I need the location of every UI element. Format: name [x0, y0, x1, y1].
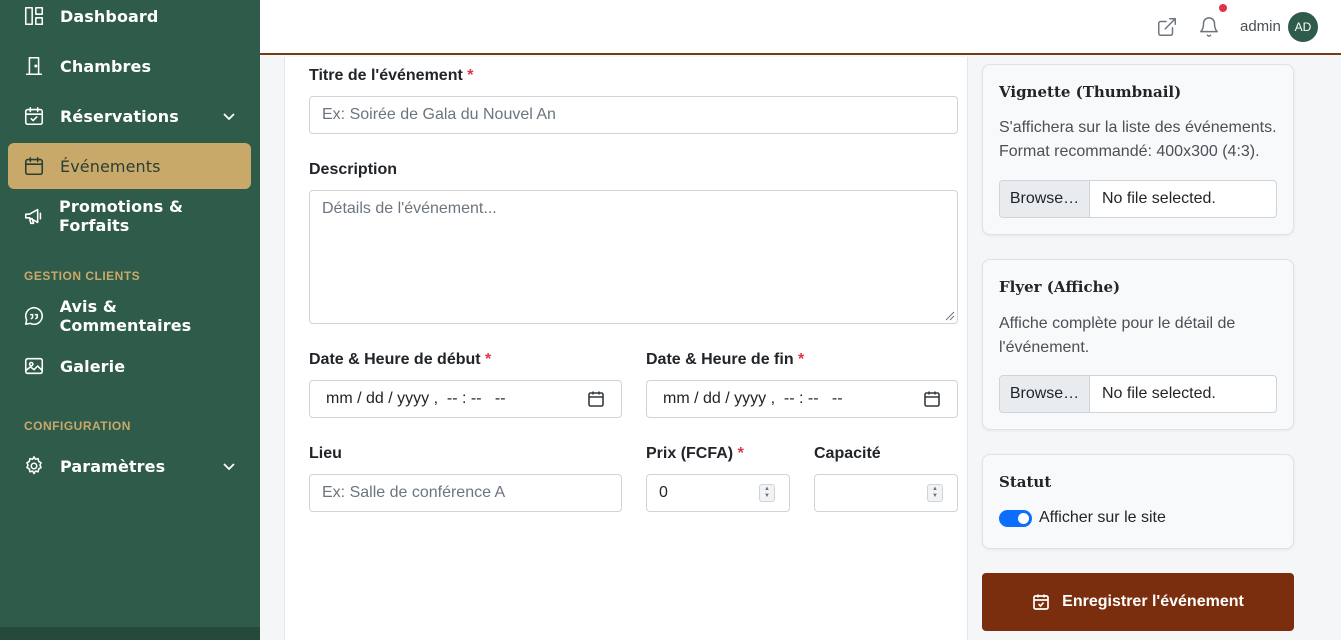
megaphone-icon: [22, 204, 45, 228]
section-title-clients: GESTION CLIENTS: [24, 269, 141, 283]
quote-bubble-icon: [22, 304, 46, 328]
notification-dot: [1219, 4, 1227, 12]
status-card: Statut Afficher sur le site: [982, 454, 1294, 549]
capacity-input[interactable]: ▲ ▼: [814, 474, 958, 512]
chevron-down-icon: [221, 108, 237, 124]
external-link-icon[interactable]: [1156, 16, 1178, 38]
sidebar-item-parametres[interactable]: Paramètres: [8, 443, 251, 489]
sidebar: Dashboard Chambres Réservations Événemen…: [0, 0, 260, 640]
toggle-label: Afficher sur le site: [1039, 509, 1166, 526]
sidebar-footer: [0, 627, 260, 640]
thumbnail-card: Vignette (Thumbnail) S'affichera sur la …: [982, 64, 1294, 235]
title-label: Titre de l'événement *: [309, 67, 474, 84]
chevron-down-icon: [221, 458, 237, 474]
section-title-config: CONFIGURATION: [24, 419, 131, 433]
topbar: admin AD: [260, 0, 1341, 55]
sidebar-item-label: Galerie: [60, 356, 126, 376]
calendar-check-icon: [22, 104, 46, 128]
start-date-label: Date & Heure de début *: [309, 351, 492, 368]
user-name[interactable]: admin: [1240, 18, 1281, 35]
calendar-check-icon: [1033, 594, 1050, 610]
sidebar-item-label: Promotions & Forfaits: [59, 197, 184, 235]
description-textarea[interactable]: Détails de l'événement...: [309, 190, 958, 324]
sidebar-item-avis[interactable]: Avis & Commentaires: [8, 293, 251, 339]
gear-icon: [22, 454, 46, 478]
bell-icon[interactable]: [1198, 16, 1220, 38]
calendar-icon[interactable]: [587, 390, 605, 408]
status-title: Statut: [999, 473, 1052, 491]
save-event-button[interactable]: Enregistrer l'événement: [982, 573, 1294, 631]
sidebar-item-label: Événements: [60, 156, 161, 176]
browse-button[interactable]: Browse…: [1000, 376, 1090, 412]
thumbnail-file-input[interactable]: Browse… No file selected.: [999, 180, 1277, 218]
price-input[interactable]: 0 ▲ ▼: [646, 474, 790, 512]
end-date-label: Date & Heure de fin *: [646, 351, 805, 368]
sidebar-item-evenements[interactable]: Événements: [8, 143, 251, 189]
dashboard-icon: [22, 4, 46, 28]
sidebar-item-label: Paramètres: [60, 456, 166, 476]
calendar-icon[interactable]: [923, 390, 941, 408]
visibility-toggle[interactable]: [999, 510, 1032, 527]
image-icon: [22, 354, 46, 378]
sidebar-item-label: Avis & Commentaires: [59, 297, 192, 335]
sidebar-item-label: Réservations: [60, 106, 179, 126]
save-button-label: Enregistrer l'événement: [1062, 593, 1244, 610]
door-icon: [22, 54, 46, 78]
sidebar-item-promotions[interactable]: Promotions & Forfaits: [8, 193, 251, 239]
flyer-file-input[interactable]: Browse… No file selected.: [999, 375, 1277, 413]
flyer-card: Flyer (Affiche) Affiche complète pour le…: [982, 259, 1294, 430]
place-label: Lieu: [309, 445, 342, 462]
number-stepper[interactable]: ▲ ▼: [927, 484, 943, 502]
start-datetime-input[interactable]: mm / dd / yyyy , -- : -- --: [309, 380, 622, 418]
file-status: No file selected.: [1102, 190, 1216, 207]
sidebar-item-dashboard[interactable]: Dashboard: [8, 0, 251, 39]
number-stepper[interactable]: ▲ ▼: [759, 484, 775, 502]
title-input[interactable]: Ex: Soirée de Gala du Nouvel An: [309, 96, 958, 134]
flyer-title: Flyer (Affiche): [999, 278, 1121, 296]
price-label: Prix (FCFA) *: [646, 445, 744, 462]
thumbnail-title: Vignette (Thumbnail): [999, 83, 1182, 101]
end-datetime-input[interactable]: mm / dd / yyyy , -- : -- --: [646, 380, 958, 418]
browse-button[interactable]: Browse…: [1000, 181, 1090, 217]
sidebar-item-label: Dashboard: [60, 6, 159, 26]
place-input[interactable]: Ex: Salle de conférence A: [309, 474, 622, 512]
sidebar-item-chambres[interactable]: Chambres: [8, 43, 251, 89]
thumbnail-description: S'affichera sur la liste des événements.…: [999, 119, 1277, 160]
avatar[interactable]: AD: [1288, 12, 1318, 42]
flyer-description: Affiche complète pour le détail de l'évé…: [999, 315, 1236, 356]
sidebar-item-reservations[interactable]: Réservations: [8, 93, 251, 139]
calendar-icon: [22, 154, 46, 178]
description-label: Description: [309, 161, 398, 178]
sidebar-item-label: Chambres: [60, 56, 152, 76]
resize-grip-icon[interactable]: [943, 309, 955, 321]
capacity-label: Capacité: [814, 445, 881, 462]
event-form-card: [284, 57, 968, 640]
file-status: No file selected.: [1102, 385, 1216, 402]
sidebar-item-galerie[interactable]: Galerie: [8, 343, 251, 389]
